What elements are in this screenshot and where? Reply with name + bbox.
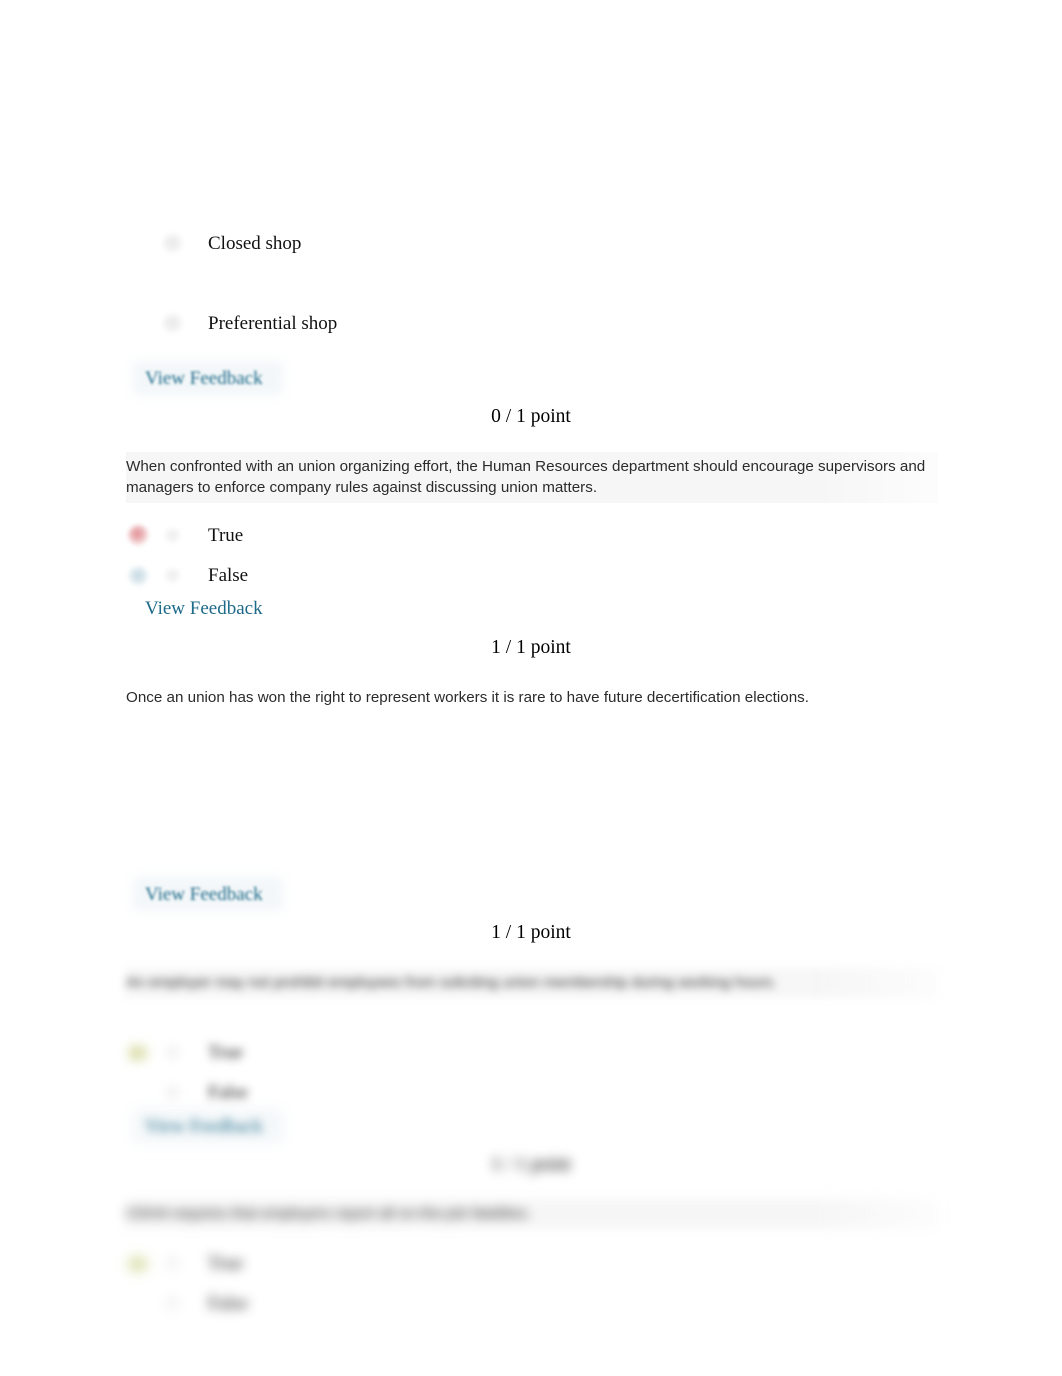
- option-row[interactable]: True: [126, 1247, 243, 1281]
- view-feedback-link[interactable]: View Feedback: [145, 368, 263, 390]
- option-label: Closed shop: [208, 233, 302, 254]
- question-header: ion 7 1 / 1 point: [0, 922, 1062, 952]
- option-row[interactable]: Closed shop: [126, 227, 301, 261]
- incorrect-answer-icon: [126, 523, 152, 549]
- view-feedback-link[interactable]: View Feedback: [145, 884, 263, 906]
- question-text: Once an union has won the right to repre…: [126, 689, 809, 706]
- question-block-8: ion 8 1 / 1 point: [0, 1154, 1062, 1184]
- radio-button-icon[interactable]: [160, 1040, 186, 1066]
- question-points: 1 / 1 point: [491, 637, 571, 658]
- question-points: 1 / 1 point: [491, 1154, 571, 1175]
- option-label: True: [208, 525, 244, 546]
- option-row[interactable]: False: [126, 1076, 248, 1110]
- radio-button-icon[interactable]: [160, 311, 186, 337]
- radio-button-icon[interactable]: [160, 1080, 186, 1106]
- question-block-7: ion 7 1 / 1 point: [0, 922, 1062, 952]
- question-header: ion 5 0 / 1 point: [0, 406, 1062, 436]
- option-row[interactable]: False: [126, 1287, 248, 1321]
- question-text: OSHA requires that employers report all …: [126, 1199, 938, 1229]
- option-row[interactable]: True: [126, 519, 243, 553]
- question-points: 0 / 1 point: [491, 406, 571, 427]
- question-header: ion 8 1 / 1 point: [0, 1154, 1062, 1184]
- answer-marker-icon: [126, 231, 152, 257]
- question-header: ion 6 1 / 1 point: [0, 637, 1062, 667]
- radio-button-icon[interactable]: [160, 1291, 186, 1317]
- option-row[interactable]: False: [126, 559, 248, 593]
- answer-marker-icon: [126, 1291, 152, 1317]
- question-block-6: ion 6 1 / 1 point: [0, 637, 1062, 667]
- option-label: False: [208, 565, 249, 586]
- view-feedback-link[interactable]: View Feedback: [145, 1116, 263, 1138]
- option-label: Preferential shop: [208, 313, 338, 334]
- option-label: True: [208, 1253, 244, 1274]
- radio-button-icon[interactable]: [160, 231, 186, 257]
- question-text: When confronted with an union organizing…: [126, 452, 938, 503]
- answer-marker-icon: [126, 311, 152, 337]
- question-text: An employer may not prohibit employees f…: [126, 968, 938, 998]
- radio-button-icon[interactable]: [160, 563, 186, 589]
- option-label: False: [208, 1082, 249, 1103]
- question-points: 1 / 1 point: [491, 922, 571, 943]
- view-feedback-link[interactable]: View Feedback: [145, 598, 263, 620]
- radio-button-icon[interactable]: [160, 1251, 186, 1277]
- option-row[interactable]: Preferential shop: [126, 307, 337, 341]
- answer-marker-icon: [126, 1080, 152, 1106]
- option-label: True: [208, 1042, 244, 1063]
- quiz-results-page: Closed shop Preferential shop View Feedb…: [0, 0, 1062, 1376]
- correct-answer-icon: [126, 1251, 152, 1277]
- correct-answer-icon: [126, 1040, 152, 1066]
- option-label: False: [208, 1293, 249, 1314]
- radio-button-icon[interactable]: [160, 523, 186, 549]
- selected-answer-icon: [126, 563, 152, 589]
- option-row[interactable]: True: [126, 1036, 243, 1070]
- question-block-5: ion 5 0 / 1 point: [0, 406, 1062, 436]
